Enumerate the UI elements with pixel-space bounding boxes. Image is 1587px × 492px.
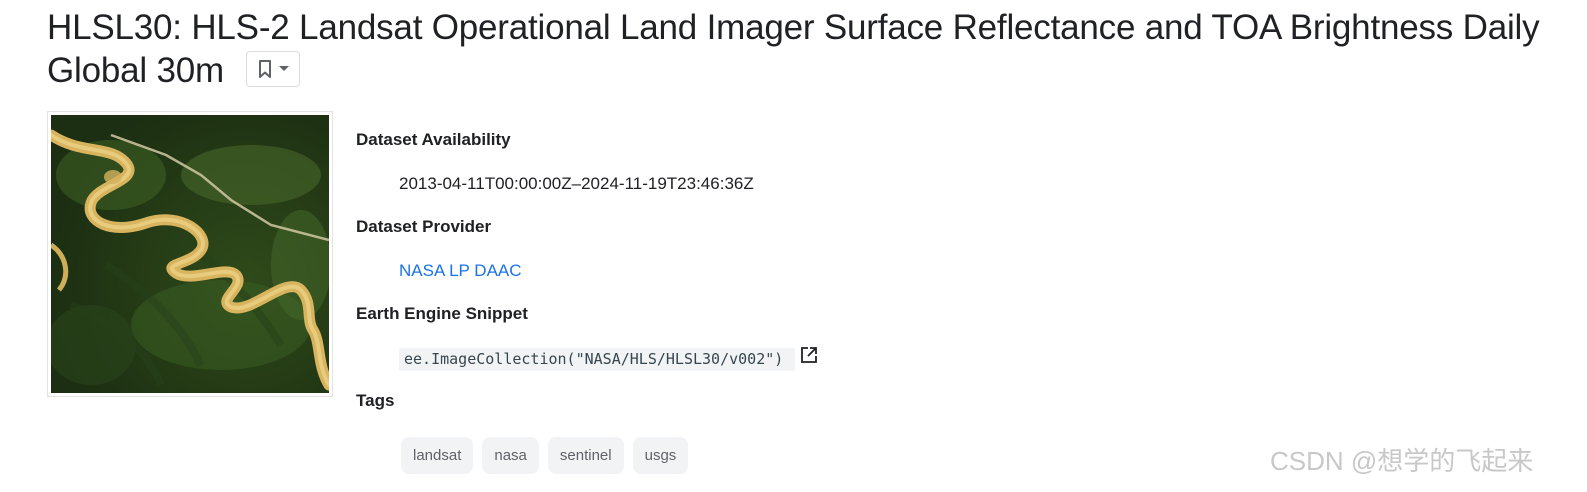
availability-label: Dataset Availability	[356, 130, 511, 149]
snippet-code: ee.ImageCollection("NASA/HLS/HLSL30/v002…	[399, 347, 796, 371]
watermark: CSDN @想学的飞起来	[1270, 446, 1534, 476]
open-in-new-icon[interactable]	[800, 346, 818, 369]
caret-down-icon	[278, 65, 289, 71]
tag-chip[interactable]: nasa	[482, 437, 539, 474]
tag-chip[interactable]: sentinel	[547, 437, 624, 474]
bookmark-icon	[258, 59, 271, 78]
tags-label: Tags	[356, 391, 395, 410]
dataset-thumbnail	[47, 111, 333, 397]
provider-link[interactable]: NASA LP DAAC	[399, 261, 522, 280]
page-title: HLSL30: HLS-2 Landsat Operational Land I…	[47, 8, 1540, 90]
tag-list: landsat nasa sentinel usgs	[401, 437, 689, 474]
tag-chip[interactable]: usgs	[632, 437, 689, 474]
thumbnail-image	[51, 115, 329, 393]
availability-value: 2013-04-11T00:00:00Z–2024-11-19T23:46:36…	[399, 174, 754, 193]
bookmark-button[interactable]	[245, 50, 300, 87]
snippet-row: ee.ImageCollection("NASA/HLS/HLSL30/v002…	[399, 346, 818, 371]
tag-chip[interactable]: landsat	[401, 437, 474, 474]
snippet-label: Earth Engine Snippet	[356, 304, 528, 323]
provider-label: Dataset Provider	[356, 217, 492, 236]
